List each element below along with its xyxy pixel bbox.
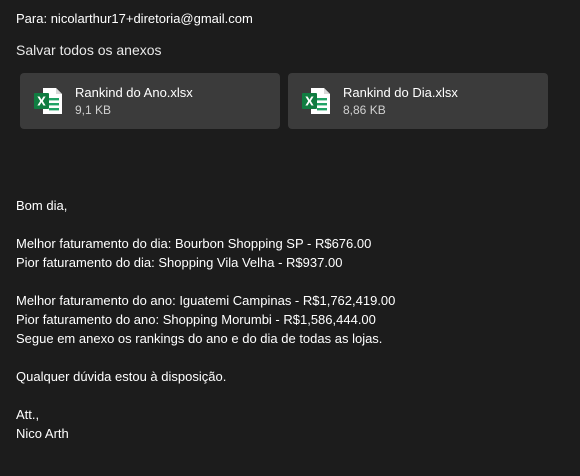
excel-icon (34, 88, 62, 114)
recipient-address[interactable]: nicolarthur17+diretoria@gmail.com (51, 11, 253, 26)
best-day-line: Melhor faturamento do dia: Bourbon Shopp… (16, 236, 372, 251)
message-body: Bom dia, Melhor faturamento do dia: Bour… (16, 196, 395, 443)
worst-day-line: Pior faturamento do dia: Shopping Vila V… (16, 255, 343, 270)
attachment-name: Rankind do Ano.xlsx (75, 84, 193, 100)
signoff: Att., (16, 407, 40, 422)
attachment-size: 8,86 KB (343, 102, 386, 117)
attachment-note-line: Segue em anexo os rankings do ano e do d… (16, 331, 383, 346)
to-label: Para: (16, 11, 48, 26)
recipient-line: Para: nicolarthur17+diretoria@gmail.com (16, 11, 253, 26)
greeting: Bom dia, (16, 198, 68, 213)
worst-year-line: Pior faturamento do ano: Shopping Morumb… (16, 312, 376, 327)
attachment-info: Rankind do Dia.xlsx 8,86 KB (343, 84, 458, 119)
attachment-info: Rankind do Ano.xlsx 9,1 KB (75, 84, 193, 119)
attachment-size: 9,1 KB (75, 102, 112, 117)
attachments-list: Rankind do Ano.xlsx 9,1 KB Rankind do Di… (20, 73, 548, 129)
attachment-card[interactable]: Rankind do Ano.xlsx 9,1 KB (20, 73, 280, 129)
attachment-card[interactable]: Rankind do Dia.xlsx 8,86 KB (288, 73, 548, 129)
attachment-name: Rankind do Dia.xlsx (343, 84, 458, 100)
excel-icon (302, 88, 330, 114)
save-all-attachments-button[interactable]: Salvar todos os anexos (16, 42, 162, 58)
signature: Nico Arth (16, 426, 69, 441)
availability-line: Qualquer dúvida estou à disposição. (16, 369, 227, 384)
best-year-line: Melhor faturamento do ano: Iguatemi Camp… (16, 293, 396, 308)
